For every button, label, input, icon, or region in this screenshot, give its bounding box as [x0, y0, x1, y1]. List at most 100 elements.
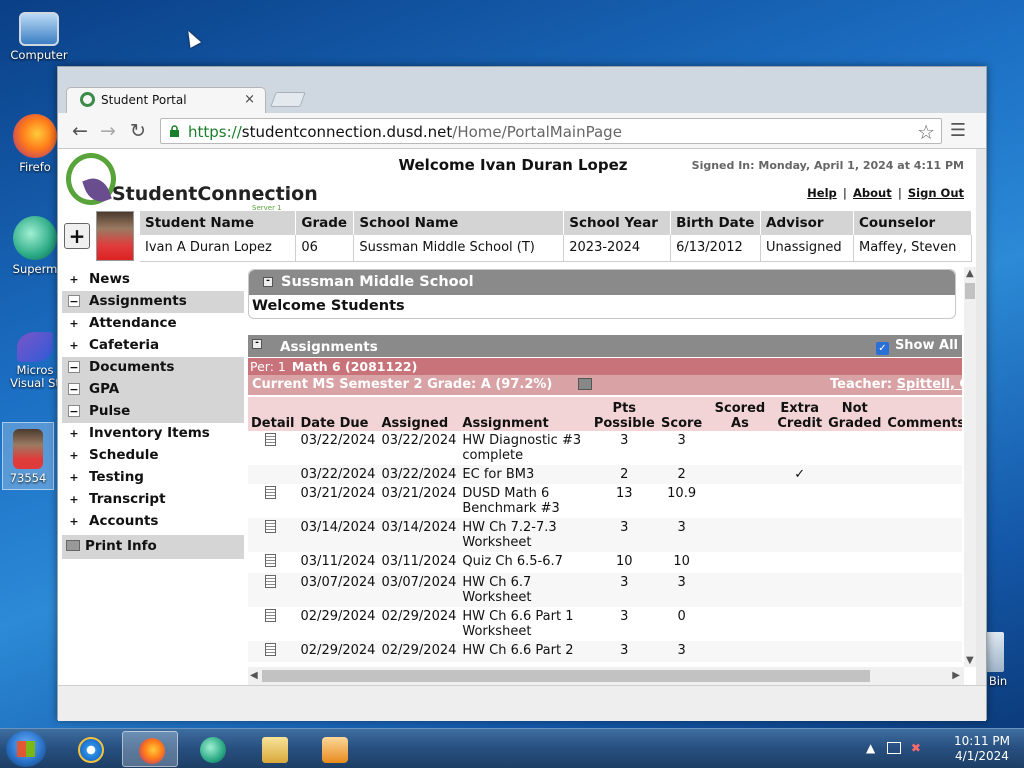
document-icon[interactable]: [265, 609, 276, 622]
comments-cell: [884, 573, 962, 607]
document-icon[interactable]: [265, 486, 276, 499]
sidebar-item-inventory-items[interactable]: + Inventory Items: [62, 423, 244, 445]
document-icon[interactable]: [265, 520, 276, 533]
horizontal-scrollbar[interactable]: ◀ ▶: [248, 667, 964, 685]
menu-icon[interactable]: ☰: [946, 119, 970, 143]
student-photo-icon: [13, 429, 43, 469]
new-tab-button[interactable]: [270, 92, 306, 107]
document-icon[interactable]: [265, 575, 276, 588]
vertical-scrollbar[interactable]: ▲ ▼: [964, 267, 976, 667]
sidebar-item-news[interactable]: + News: [62, 269, 244, 291]
taskbar-file-explorer[interactable]: [246, 731, 302, 767]
close-tab-icon[interactable]: ×: [244, 92, 255, 107]
detail-cell: [248, 465, 298, 484]
teacher-link[interactable]: Spittell, C: [897, 377, 962, 392]
not-graded-cell: [825, 518, 885, 552]
tab-student-portal[interactable]: Student Portal ×: [66, 87, 266, 113]
scored-as-cell: [706, 607, 775, 641]
school-panel: - Sussman Middle School Welcome Students: [248, 269, 956, 319]
pts-cell: 3: [590, 573, 658, 607]
about-link[interactable]: About: [853, 186, 892, 200]
document-icon[interactable]: [265, 643, 276, 656]
tray-expand-icon[interactable]: ▲: [866, 741, 875, 755]
taskbar-internet-explorer[interactable]: [62, 731, 118, 767]
scored-as-cell: [705, 573, 775, 607]
sidebar-item-cafeteria[interactable]: + Cafeteria: [62, 335, 244, 357]
collapse-icon: −: [68, 405, 80, 418]
taskbar-media-player[interactable]: [306, 731, 362, 767]
expand-icon: +: [69, 317, 79, 330]
studentconnection-favicon: [80, 92, 95, 107]
comments-cell: [884, 431, 962, 465]
pts-cell: 2: [590, 465, 658, 484]
volume-muted-icon[interactable]: ✖: [911, 741, 921, 755]
horizontal-scroll-thumb[interactable]: [262, 670, 870, 682]
desktop-icon-label: 73554: [9, 471, 47, 485]
extra-credit-cell: ✓: [774, 465, 826, 484]
vertical-scroll-thumb[interactable]: [965, 283, 975, 299]
taskbar-firefox[interactable]: [122, 731, 178, 767]
not-graded-cell: [825, 573, 885, 607]
help-link[interactable]: Help: [807, 186, 837, 200]
link-separator: |: [842, 186, 847, 200]
folder-icon: [262, 737, 288, 763]
school-panel-title: Sussman Middle School: [281, 274, 474, 290]
link-separator: |: [897, 186, 902, 200]
collapse-assignments-icon[interactable]: -: [252, 339, 262, 349]
bookmark-star-icon[interactable]: ☆: [917, 120, 935, 144]
checkbox-checked-icon[interactable]: ✓: [875, 342, 889, 355]
col-grade: Grade: [295, 211, 355, 235]
sidebar-item-documents[interactable]: − Documents: [62, 357, 244, 379]
clock-date: 4/1/2024: [955, 749, 1009, 763]
score-cell: 3: [657, 518, 706, 552]
sidebar-item-pulse[interactable]: − Pulse: [62, 401, 244, 423]
document-icon[interactable]: [265, 433, 276, 446]
assigned-cell: 03/21/2024: [381, 486, 457, 501]
scroll-left-icon[interactable]: ◀: [250, 670, 258, 681]
collapse-school-panel-icon[interactable]: -: [263, 277, 273, 287]
scroll-up-icon[interactable]: ▲: [966, 268, 974, 279]
document-icon[interactable]: [265, 554, 276, 567]
desktop-icon-photo[interactable]: 73554: [2, 422, 54, 490]
assignments-title: Assignments: [280, 339, 378, 355]
recycle-bin-icon: [984, 632, 1004, 672]
sidebar-item-label: Schedule: [89, 447, 159, 463]
network-icon[interactable]: [887, 742, 902, 754]
main-content: - Sussman Middle School Welcome Students…: [248, 269, 962, 685]
scroll-right-icon[interactable]: ▶: [952, 670, 960, 681]
expand-icon: +: [69, 493, 79, 506]
assigned-cell: 03/22/2024: [381, 433, 457, 448]
grade-row: Current MS Semester 2 Grade: A (97.2%) T…: [248, 375, 962, 395]
desktop-icon-computer[interactable]: Computer: [8, 8, 70, 62]
school-year-value: 2023-2024: [563, 235, 672, 262]
detail-cell: [248, 484, 298, 518]
sidebar-item-gpa[interactable]: − GPA: [62, 379, 244, 401]
address-bar[interactable]: https://studentconnection.dusd.net/Home/…: [160, 118, 942, 144]
table-row: 03/11/2024 03/11/2024 Quiz Ch 6.5-6.7 10…: [248, 552, 962, 573]
reload-icon[interactable]: ↻: [126, 119, 150, 143]
collapse-icon: −: [68, 295, 80, 308]
start-button[interactable]: [6, 731, 46, 767]
printer-icon[interactable]: [578, 378, 592, 390]
desktop-icon-label: Computer: [10, 48, 68, 62]
expand-student-button[interactable]: +: [64, 223, 90, 249]
sidebar-item-testing[interactable]: + Testing: [62, 467, 244, 489]
extra-credit-cell: [774, 484, 825, 518]
sidebar-item-schedule[interactable]: + Schedule: [62, 445, 244, 467]
taskbar-supermium[interactable]: [184, 731, 240, 767]
sidebar-item-attendance[interactable]: + Attendance: [62, 313, 244, 335]
forward-icon[interactable]: →: [96, 119, 120, 143]
browser-toolbar: ← → ↻ https://studentconnection.dusd.net…: [58, 113, 986, 149]
back-icon[interactable]: ←: [68, 119, 92, 143]
show-all-label: Show All: [894, 338, 958, 353]
col-extra-credit: Extra Credit: [774, 397, 826, 431]
show-all-toggle[interactable]: ✓ Show All: [875, 338, 958, 355]
sign-out-link[interactable]: Sign Out: [908, 186, 964, 200]
scroll-down-icon[interactable]: ▼: [966, 655, 974, 666]
grade-value: 06: [295, 235, 355, 262]
taskbar-clock[interactable]: 10:11 PM 4/1/2024: [954, 734, 1010, 764]
sidebar-item-transcript[interactable]: + Transcript: [62, 489, 244, 511]
sidebar-item-accounts[interactable]: + Accounts: [62, 511, 244, 533]
sidebar-item-assignments[interactable]: − Assignments: [62, 291, 244, 313]
print-info-button[interactable]: Print Info: [62, 535, 244, 559]
